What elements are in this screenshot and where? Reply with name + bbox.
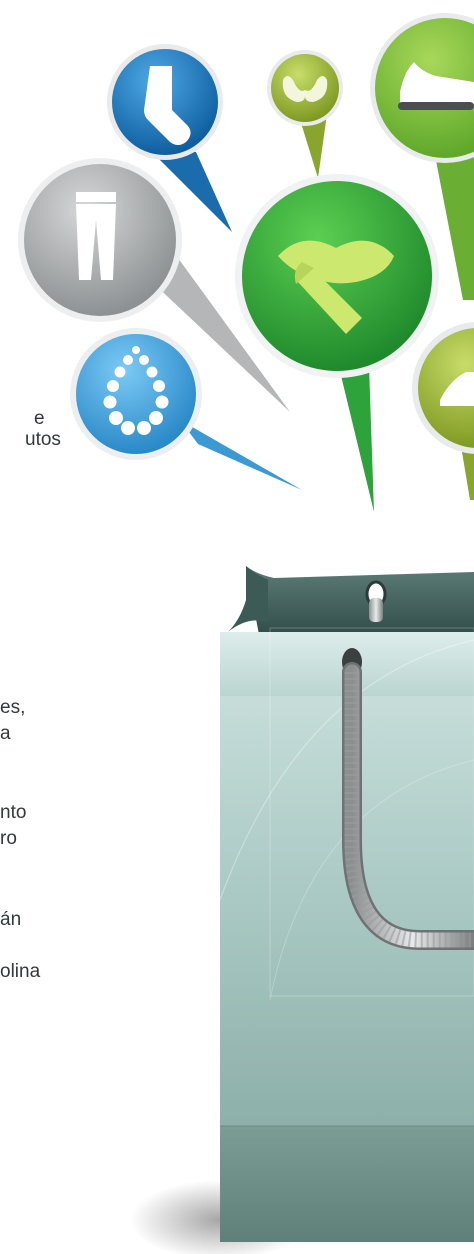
shopping-bag <box>130 566 474 1254</box>
